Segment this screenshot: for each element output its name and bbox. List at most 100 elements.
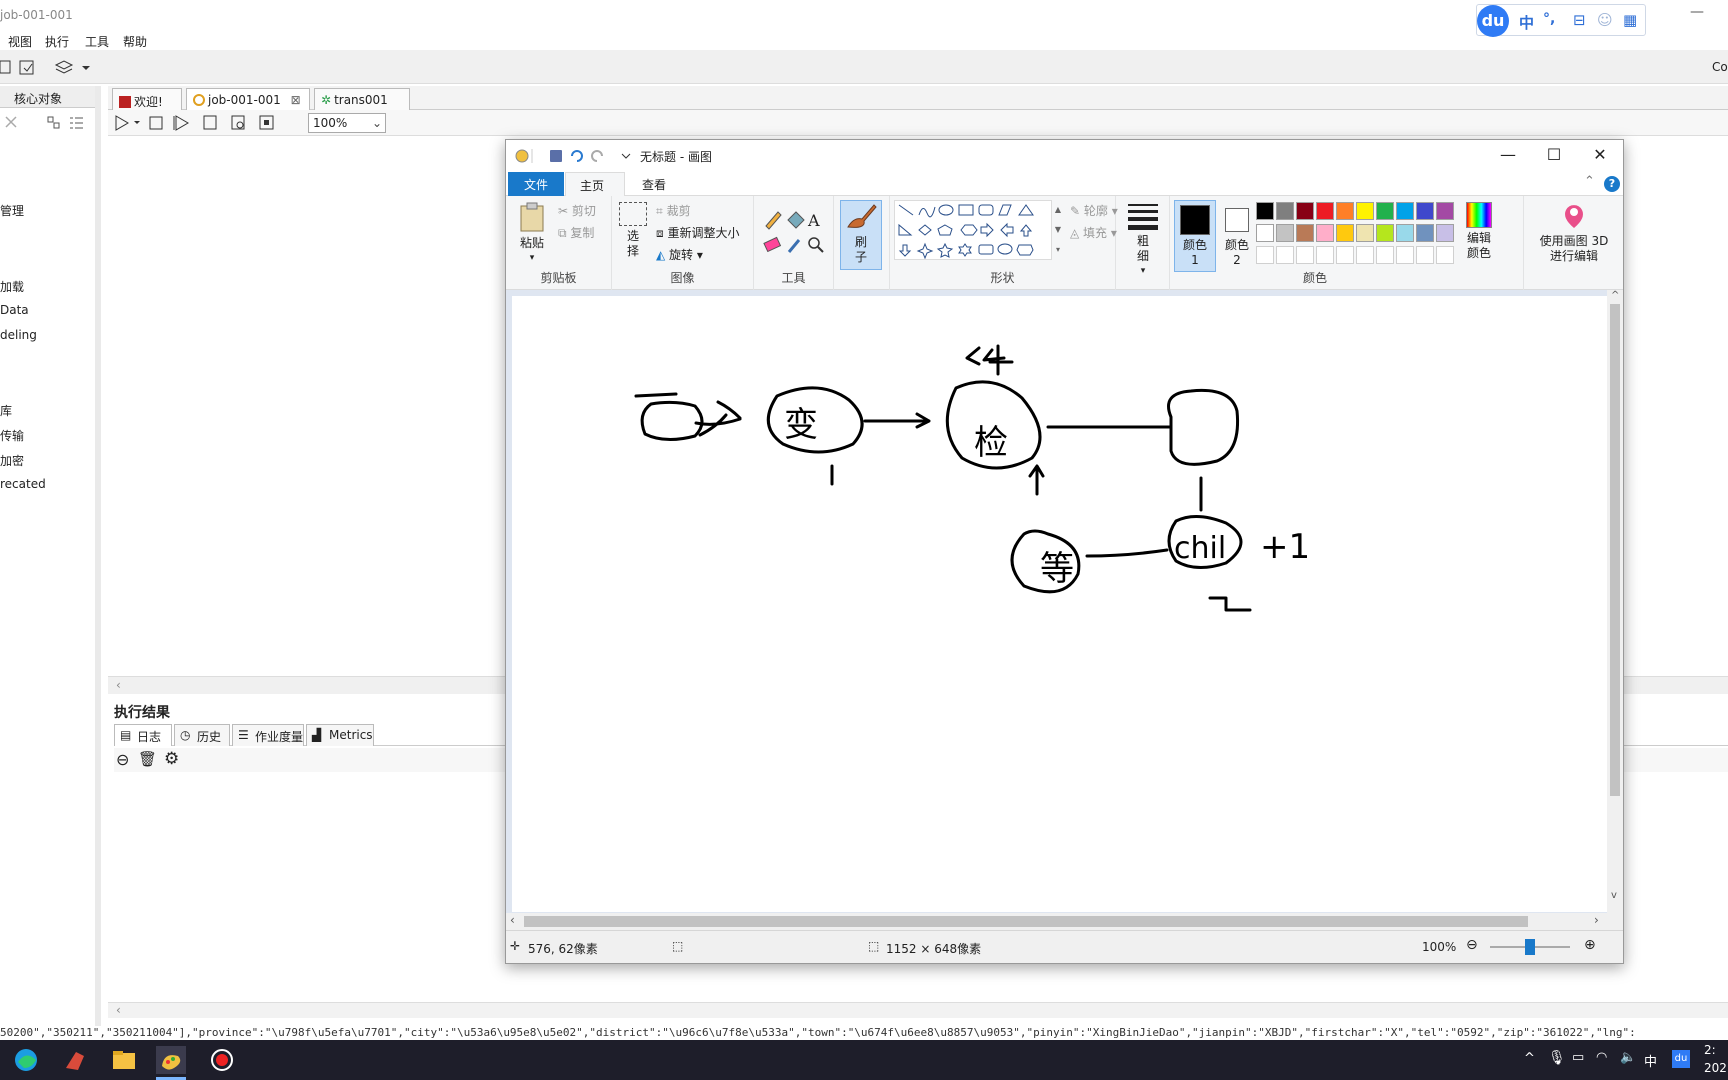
- palette-swatch[interactable]: [1296, 246, 1314, 264]
- toolbar-icons[interactable]: [0, 59, 100, 77]
- palette-swatch[interactable]: [1256, 224, 1274, 242]
- tree-item[interactable]: deling: [0, 328, 37, 342]
- palette-swatch[interactable]: [1336, 224, 1354, 242]
- results-hscroll[interactable]: ‹: [108, 1002, 1728, 1018]
- palette-swatch[interactable]: [1276, 224, 1294, 242]
- palette-swatch[interactable]: [1336, 202, 1354, 220]
- palette-swatch[interactable]: [1296, 202, 1314, 220]
- color1-button[interactable]: 颜色 1: [1174, 200, 1216, 272]
- maximize-button[interactable]: ☐: [1531, 140, 1577, 172]
- paste-button[interactable]: 粘贴 ▾: [514, 202, 550, 266]
- tab-file[interactable]: 文件: [508, 172, 564, 196]
- paint3d-button[interactable]: 使用画图 3D 进行编辑: [1532, 202, 1616, 264]
- kettle-minimize-button[interactable]: —: [1690, 4, 1704, 20]
- palette-swatch[interactable]: [1376, 246, 1394, 264]
- collapse-ribbon-icon[interactable]: ⌃: [1584, 174, 1595, 189]
- vscroll-thumb[interactable]: [1610, 304, 1620, 796]
- close-button[interactable]: ✕: [1577, 140, 1623, 172]
- tree-item[interactable]: Data: [0, 303, 29, 317]
- tree-item[interactable]: 管理: [0, 202, 24, 219]
- palette-swatch[interactable]: [1396, 246, 1414, 264]
- tab-log[interactable]: ▤ 日志: [114, 724, 172, 746]
- outline-button[interactable]: ✎ 轮廓 ▾: [1070, 202, 1118, 219]
- palette-swatch[interactable]: [1356, 202, 1374, 220]
- left-panel-tools[interactable]: [4, 114, 84, 132]
- menu-run[interactable]: 执行: [45, 33, 69, 50]
- palette-swatch[interactable]: [1316, 224, 1334, 242]
- palette-swatch[interactable]: [1256, 202, 1274, 220]
- fill-button[interactable]: ◬ 填充 ▾: [1070, 224, 1117, 241]
- wifi-icon[interactable]: ◠: [1596, 1050, 1607, 1065]
- core-objects-tab[interactable]: 核心对象: [0, 86, 95, 108]
- tray-ime[interactable]: 中: [1644, 1051, 1657, 1070]
- palette-swatch[interactable]: [1316, 202, 1334, 220]
- quick-access-toolbar[interactable]: [514, 147, 634, 165]
- tool-icons[interactable]: A: [762, 206, 828, 256]
- tree-item[interactable]: 库: [0, 402, 12, 419]
- toolbox-icon[interactable]: ⊟: [1573, 11, 1586, 29]
- zoom-in-icon[interactable]: ⊕: [1584, 937, 1596, 953]
- tab-job[interactable]: job-001-001 ⊠: [186, 88, 310, 110]
- rotate-button[interactable]: ◭ 旋转 ▾: [656, 246, 703, 263]
- volume-icon[interactable]: 🔈: [1620, 1050, 1636, 1065]
- record-icon[interactable]: [208, 1046, 238, 1074]
- canvas-vscroll[interactable]: ^ v: [1607, 290, 1623, 913]
- brush-button[interactable]: 刷子: [840, 200, 882, 270]
- tree-item[interactable]: 加载: [0, 278, 24, 295]
- scroll-left-icon[interactable]: ‹: [116, 1003, 121, 1017]
- size-button[interactable]: 粗细 ▾: [1122, 202, 1164, 279]
- color2-button[interactable]: 颜色 2: [1218, 200, 1256, 272]
- edit-colors-button[interactable]: 编辑颜色: [1464, 202, 1494, 261]
- cut-button[interactable]: ✂ 剪切: [558, 202, 596, 219]
- palette-swatch[interactable]: [1376, 224, 1394, 242]
- shapes-scroll[interactable]: ▲ ▼ ▾: [1052, 200, 1064, 260]
- tab-welcome[interactable]: 欢迎!: [112, 88, 182, 110]
- copy-button[interactable]: ⧉ 复制: [558, 224, 594, 241]
- resize-button[interactable]: ⧈ 重新调整大小: [656, 224, 739, 241]
- palette-swatch[interactable]: [1276, 202, 1294, 220]
- battery-icon[interactable]: ▭: [1572, 1050, 1584, 1065]
- gear-icon[interactable]: ⚙: [164, 749, 179, 769]
- palette-swatch[interactable]: [1436, 246, 1454, 264]
- palette-swatch[interactable]: [1256, 246, 1274, 264]
- menu-help[interactable]: 帮助: [123, 33, 147, 50]
- select-button[interactable]: 选择: [618, 202, 648, 259]
- palette-swatch[interactable]: [1356, 224, 1374, 242]
- canvas-hscroll[interactable]: ‹ ›: [506, 913, 1623, 930]
- minimize-button[interactable]: —: [1485, 140, 1531, 172]
- scroll-down-icon[interactable]: v: [1611, 890, 1617, 901]
- app-icon[interactable]: [60, 1046, 90, 1074]
- paint-taskbar-icon[interactable]: [156, 1046, 186, 1074]
- edge-icon[interactable]: [12, 1046, 42, 1074]
- tab-history[interactable]: ◷ 历史: [174, 724, 230, 746]
- zoom-select[interactable]: 100% ⌄: [308, 113, 386, 133]
- help-icon[interactable]: ?: [1604, 176, 1620, 192]
- tree-item[interactable]: recated: [0, 477, 46, 491]
- close-icon[interactable]: ⊠: [291, 93, 301, 107]
- clear-icon[interactable]: ⊖: [116, 750, 129, 769]
- tab-metrics[interactable]: ▟ Metrics: [306, 724, 374, 746]
- palette-swatch[interactable]: [1436, 202, 1454, 220]
- grid-icon[interactable]: ▦: [1623, 11, 1637, 29]
- tab-home[interactable]: 主页: [565, 172, 625, 196]
- tree-item[interactable]: 传输: [0, 427, 24, 444]
- palette-swatch[interactable]: [1336, 246, 1354, 264]
- run-controls[interactable]: [114, 114, 304, 132]
- hscroll-thumb[interactable]: [524, 916, 1528, 927]
- tree-item[interactable]: 加密: [0, 452, 24, 469]
- palette-swatch[interactable]: [1296, 224, 1314, 242]
- ime-mode[interactable]: 中: [1519, 12, 1534, 33]
- palette-swatch[interactable]: [1416, 224, 1434, 242]
- paint-canvas[interactable]: 变 检 等 chil +1: [512, 296, 1613, 912]
- baidu-ime-icon[interactable]: du: [1672, 1050, 1690, 1068]
- ime-toolbar[interactable]: du 中 °, ⊟ ☺ ▦: [1476, 4, 1646, 37]
- tray-chevron-icon[interactable]: ^: [1524, 1051, 1535, 1066]
- scroll-up-icon[interactable]: ^: [1611, 290, 1619, 301]
- menu-tools[interactable]: 工具: [85, 33, 109, 50]
- palette-swatch[interactable]: [1356, 246, 1374, 264]
- palette-swatch[interactable]: [1316, 246, 1334, 264]
- tab-trans[interactable]: ✲ trans001: [314, 88, 410, 110]
- menu-view[interactable]: 视图: [8, 33, 32, 50]
- palette-swatch[interactable]: [1396, 224, 1414, 242]
- palette-swatch[interactable]: [1276, 246, 1294, 264]
